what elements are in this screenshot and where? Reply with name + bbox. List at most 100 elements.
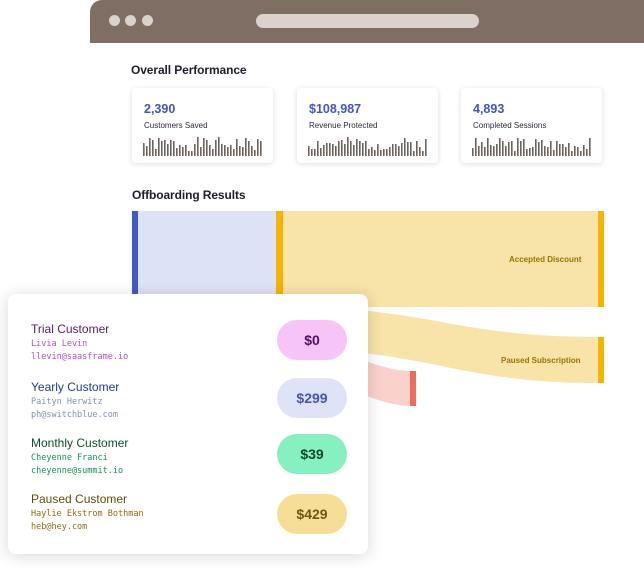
sparkline-bar — [574, 146, 576, 156]
customer-row[interactable]: Yearly Customer Paityn Herwitz ph@switch… — [31, 380, 119, 420]
sparkline-bar — [502, 141, 504, 156]
sparkline-bar — [239, 146, 241, 156]
sparkline-bar — [227, 147, 229, 156]
sparkline-bar — [505, 146, 507, 156]
customer-email: llevin@saasframe.io — [31, 352, 129, 362]
sparkline-bar — [535, 139, 537, 156]
sparkline-bar — [532, 147, 534, 156]
sparkline-bar — [368, 149, 370, 156]
sparkline-bar — [559, 144, 561, 156]
sparkline-bar — [544, 146, 546, 156]
customer-type: Trial Customer — [31, 322, 110, 336]
sparkline-bar — [410, 142, 412, 156]
sparkline-bar — [320, 148, 322, 156]
sparkline-bar — [149, 138, 151, 156]
sparkline-bar — [194, 144, 196, 156]
sparkline-bar — [553, 150, 555, 156]
sparkline-bar — [185, 145, 187, 156]
sparkline-bar — [356, 139, 358, 156]
customer-amount-pill: $39 — [277, 434, 347, 474]
sparkline-bar — [254, 150, 256, 156]
sparkline-bar — [170, 140, 172, 156]
sparkline-bar — [499, 138, 501, 156]
sparkline-bar — [589, 138, 591, 156]
sparkline-bar — [176, 148, 178, 156]
sparkline-bar — [389, 147, 391, 156]
stat-value: 2,390 — [144, 102, 176, 116]
window-close-dot[interactable] — [109, 15, 120, 26]
sparkline-bar — [398, 146, 400, 156]
sparkline-bar — [143, 143, 145, 156]
customer-amount-pill: $299 — [277, 378, 347, 418]
sparkline-bar — [508, 142, 510, 156]
sparkline-bar — [422, 151, 424, 156]
sparkline-bar — [161, 141, 163, 156]
sparkline-bar — [251, 146, 253, 156]
customer-row[interactable]: Trial Customer Livia Levin llevin@saasfr… — [31, 322, 128, 362]
customer-row[interactable]: Paused Customer Haylie Ekstrom Bothman h… — [31, 492, 144, 532]
window-maximize-dot[interactable] — [142, 15, 153, 26]
sparkline-bar — [380, 150, 382, 156]
sparkline-bar — [338, 141, 340, 156]
sparkline-bar — [547, 147, 549, 156]
sparkline-bar — [245, 138, 247, 156]
sparkline-bar — [230, 145, 232, 156]
sparkline-bar — [353, 145, 355, 156]
sparkline-bar — [478, 146, 480, 156]
sparkline-bar — [529, 148, 531, 156]
sparkline-bar — [583, 145, 585, 156]
customer-email: heb@hey.com — [31, 522, 88, 532]
customer-row[interactable]: Monthly Customer Cheyenne Franci cheyenn… — [31, 436, 128, 476]
source-node — [132, 211, 138, 307]
sparkline-bar — [146, 146, 148, 156]
sparkline-bar — [523, 139, 525, 156]
customer-name: Haylie Ekstrom Bothman — [31, 509, 144, 519]
sparkline-bar — [386, 149, 388, 156]
sparkline-bar — [419, 147, 421, 156]
customer-amount-pill: $429 — [277, 494, 347, 534]
sparkline-bar — [371, 147, 373, 156]
stat-label: Customers Saved — [144, 121, 208, 130]
sparkline-bar — [490, 145, 492, 156]
sparkline-bar — [326, 143, 328, 156]
sparkline-bar — [155, 149, 157, 156]
sparkline-bar — [212, 149, 214, 156]
stat-card-completed-sessions: 4,893 Completed Sessions — [461, 88, 602, 163]
sparkline-bar — [407, 142, 409, 156]
sparkline-bar — [311, 149, 313, 156]
sparkline-bar — [203, 138, 205, 156]
sparkline-bar — [317, 141, 319, 156]
sparkline-bar — [493, 146, 495, 156]
sparkline-bar — [586, 149, 588, 156]
sparkline-bar — [215, 140, 217, 156]
sparkline-bar — [568, 143, 570, 156]
browser-titlebar — [90, 0, 644, 43]
sparkline-bar — [332, 144, 334, 156]
customer-amount-pill: $0 — [277, 320, 347, 360]
sparkline-bar — [526, 149, 528, 156]
window-minimize-dot[interactable] — [125, 15, 136, 26]
sparkline-bar — [206, 140, 208, 156]
sparkline-bar — [404, 138, 406, 156]
sparkline-bar — [472, 148, 474, 156]
node-paused-subscription — [598, 337, 604, 383]
label-paused-subscription: Paused Subscription — [501, 356, 581, 365]
sparkline-bar — [517, 138, 519, 156]
sparkline-bar — [344, 144, 346, 156]
sparkline-bar — [362, 143, 364, 156]
sparkline-bar — [556, 141, 558, 156]
address-bar[interactable] — [256, 14, 479, 28]
sparkline-bar — [233, 149, 235, 156]
sparkline-bar — [562, 144, 564, 156]
sparkline-bar — [484, 147, 486, 156]
sparkline-bar — [191, 151, 193, 156]
sparkline-bar — [377, 144, 379, 156]
sparkline-bar — [487, 138, 489, 156]
sparkline-bar — [496, 144, 498, 156]
sparkline-bar — [425, 139, 427, 156]
offboarding-results-title: Offboarding Results — [132, 188, 246, 202]
sparkline-bar — [329, 143, 331, 156]
sparkline-bar — [179, 145, 181, 156]
sparkline-bar — [416, 141, 418, 156]
sparkline-bar — [392, 144, 394, 156]
